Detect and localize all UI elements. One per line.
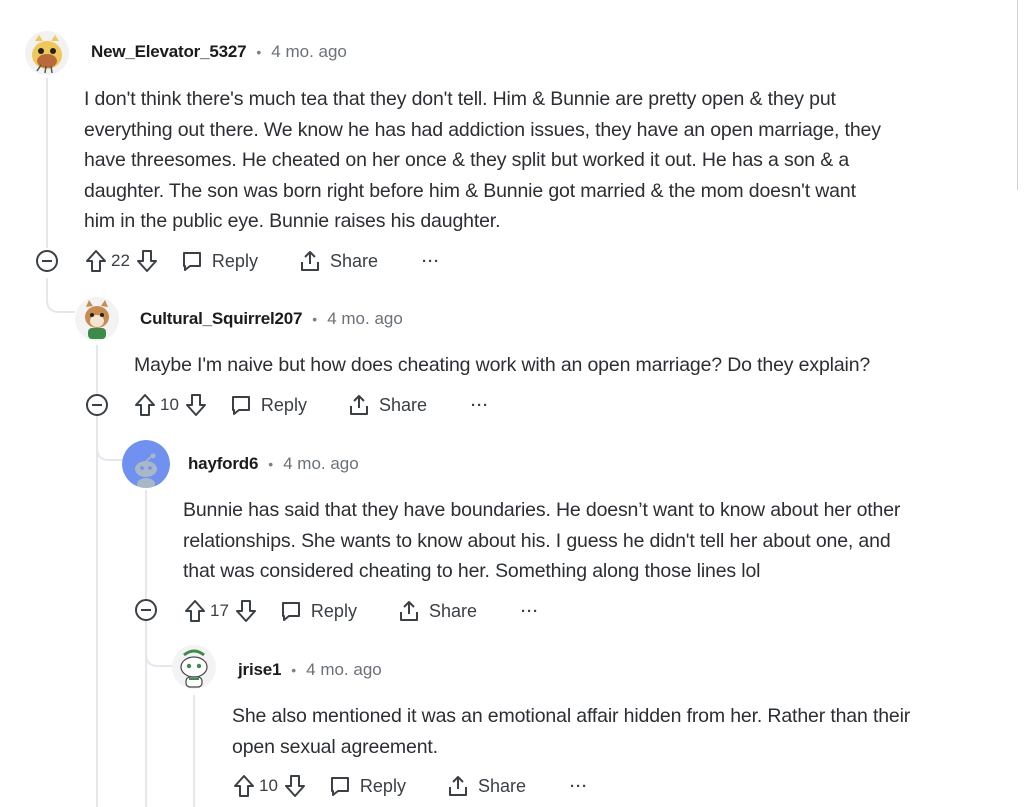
scrollbar-edge[interactable] [1017,0,1024,190]
cartoon-avatar-icon [25,31,69,75]
comment-bubble-icon [281,602,300,621]
share-icon [399,601,418,621]
collapse-thread-button[interactable] [86,394,108,416]
share-button[interactable]: Share [397,599,477,623]
share-label: Share [428,600,477,621]
reply-button[interactable]: Reply [180,249,258,273]
thread-branch-1 [46,278,75,313]
downvote-button[interactable] [136,249,158,273]
more-options-button[interactable]: ··· [570,778,588,795]
author-name[interactable]: Cultural_Squirrel207 [140,309,302,329]
share-label: Share [329,250,378,271]
vote-count: 10 [160,395,179,414]
upvote-button[interactable] [85,249,107,273]
share-icon [300,251,319,271]
vote-count: 10 [259,776,278,795]
avatar[interactable] [122,440,170,488]
downvote-arrow-icon [136,250,157,272]
comment-body: Maybe I'm naive but how does cheating wo… [134,350,870,381]
avatar[interactable] [172,645,216,689]
more-options-button[interactable]: ··· [471,397,489,414]
share-label: Share [378,394,427,415]
reply-label: Reply [211,250,258,271]
downvote-button[interactable] [284,774,306,798]
reply-label: Reply [260,394,307,415]
comment-body: She also mentioned it was an emotional a… [232,701,910,762]
vote-count: 22 [111,251,130,270]
comment-line: him in the public eye. Bunnie raises his… [84,210,501,232]
comment-bubble-icon [330,777,349,796]
comment-line: open sexual agreement. [232,735,438,758]
collapse-thread-button[interactable] [36,250,58,272]
upvote-button[interactable] [184,599,206,623]
timestamp[interactable]: 4 mo. ago [283,454,359,474]
comment-bubble-icon [182,252,201,271]
share-button[interactable]: Share [298,249,378,273]
share-button[interactable]: Share [446,774,526,798]
upvote-button[interactable] [233,774,255,798]
author-name[interactable]: New_Elevator_5327 [91,42,247,62]
comment-line: Bunnie has said that they have boundarie… [183,499,901,521]
meta-separator: • [256,44,262,60]
reply-button[interactable]: Reply [328,774,406,798]
squirrel-avatar-icon [75,297,119,341]
comment-body: Bunnie has said that they have boundarie… [183,495,900,587]
upvote-arrow-icon [185,600,205,622]
comment-line: have threesomes. He cheated on her once … [84,149,850,171]
more-options-button[interactable]: ··· [521,603,539,620]
upvote-arrow-icon [234,775,254,797]
comment-line: daughter. The son was born right before … [84,179,856,202]
meta-separator: • [268,456,274,472]
comment-actions: 10 Reply Share ··· [134,390,489,420]
reply-button[interactable]: Reply [279,599,357,623]
comment-line: Maybe I'm naive but how does cheating wo… [134,354,871,376]
vote-count: 17 [210,601,229,620]
more-options-button[interactable]: ··· [422,253,440,270]
upvote-arrow-icon [86,250,106,272]
meta-separator: • [291,662,297,678]
avatar[interactable] [25,31,69,75]
share-button[interactable]: Share [347,393,427,417]
comment-line: She also mentioned it was an emotional a… [232,705,911,727]
downvote-arrow-icon [185,394,206,416]
upvote-button[interactable] [134,393,156,417]
comment-actions: 10 Reply Share ··· [233,771,588,801]
thread-line-4 [193,695,195,807]
meta-separator: • [312,311,318,327]
comment-line: everything out there. We know he has had… [84,118,881,141]
share-icon [349,395,368,415]
upvote-arrow-icon [135,394,155,416]
timestamp[interactable]: 4 mo. ago [271,42,347,62]
share-label: Share [477,775,526,796]
reply-label: Reply [359,775,406,796]
downvote-button[interactable] [185,393,207,417]
comment-actions: 17 Reply Share ··· [184,596,539,626]
comment-actions: 22 Reply Share ··· [85,246,440,276]
comment-line: I don't think there's much tea that they… [84,88,836,110]
reply-label: Reply [310,600,357,621]
comment-line: that was considered cheating to her. Som… [183,560,761,582]
downvote-button[interactable] [235,599,257,623]
author-name[interactable]: hayford6 [188,454,258,474]
avatar[interactable] [75,297,119,341]
timestamp[interactable]: 4 mo. ago [327,309,403,329]
timestamp[interactable]: 4 mo. ago [306,660,382,680]
default-snoo-avatar-icon [122,440,170,488]
comment-line: relationships. She wants to know about h… [183,529,891,552]
thread-line-1 [46,78,48,248]
reply-button[interactable]: Reply [229,393,307,417]
collapse-thread-button[interactable] [135,599,157,621]
comment-body: I don't think there's much tea that they… [84,84,881,237]
comment-bubble-icon [231,396,250,415]
author-name[interactable]: jrise1 [238,660,281,680]
downvote-arrow-icon [284,775,305,797]
snoo-avatar-icon [172,645,216,689]
downvote-arrow-icon [235,600,256,622]
share-icon [448,776,467,796]
